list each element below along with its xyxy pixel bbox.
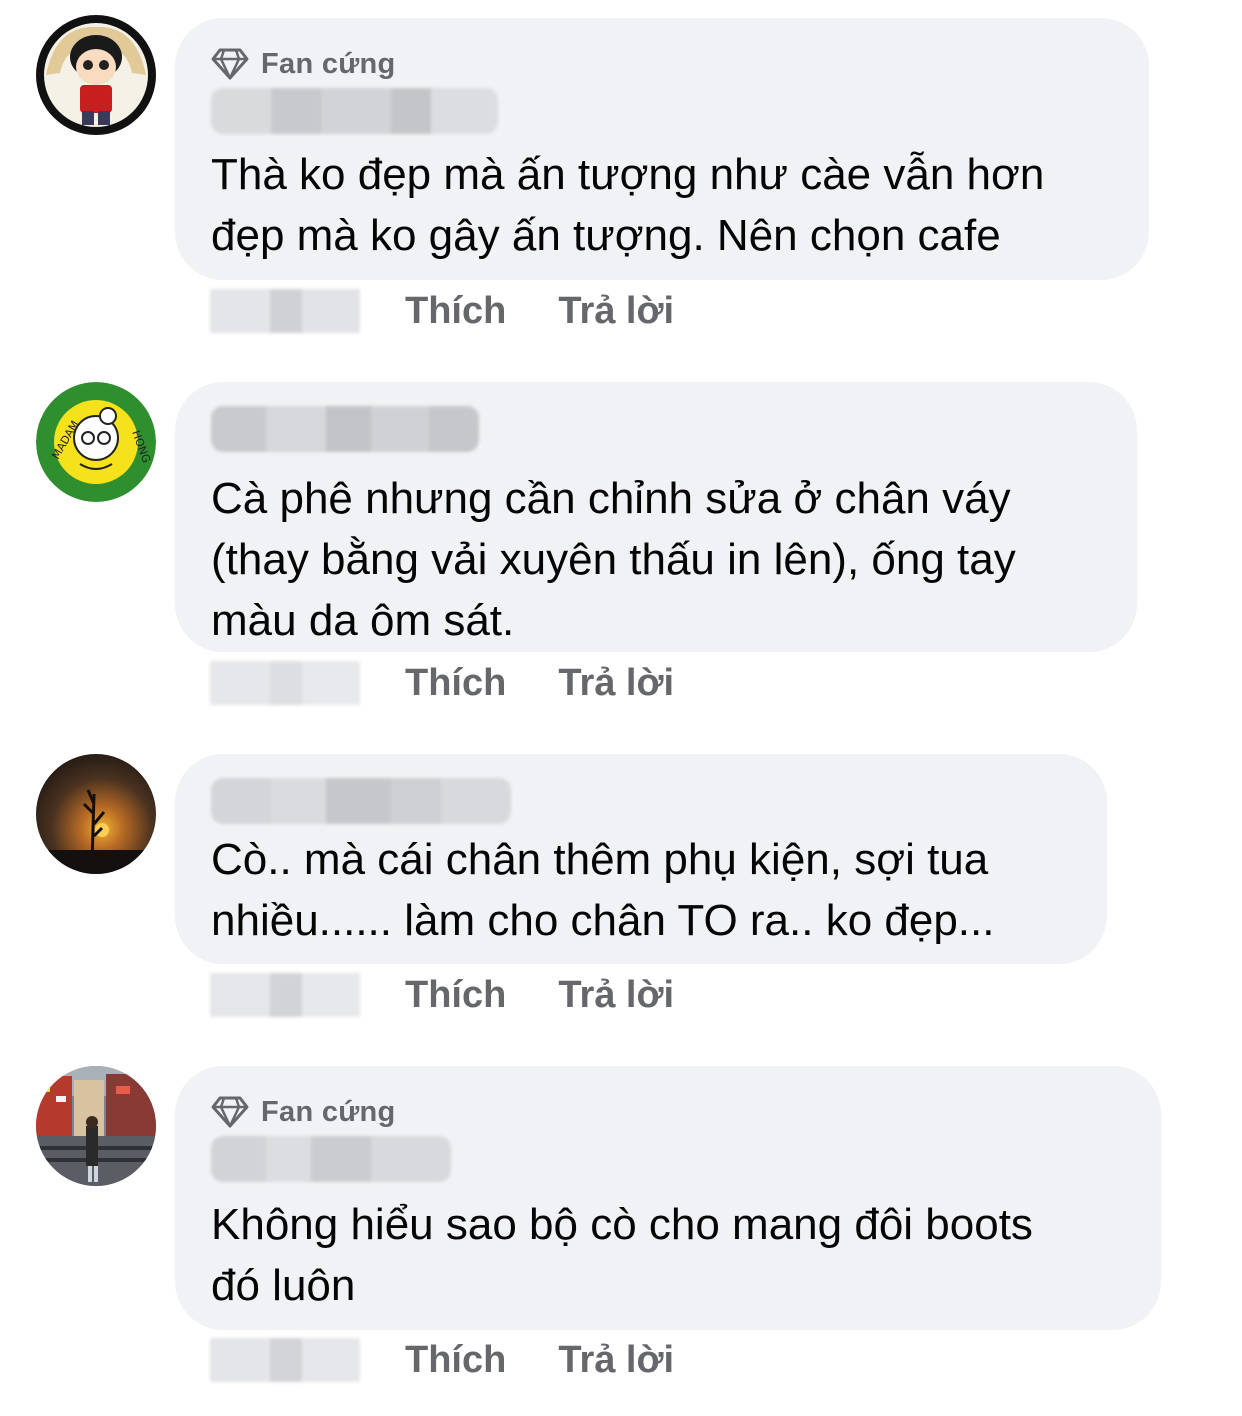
author-name-blurred[interactable] xyxy=(211,406,479,452)
avatar-cartoon-boy xyxy=(36,15,156,135)
avatar[interactable] xyxy=(36,1066,156,1186)
comment-text: Thà ko đẹp mà ấn tượng như càe vẫn hơn đ… xyxy=(211,150,1045,260)
avatar-sunset-photo xyxy=(36,754,156,874)
comment-bubble: Fan cứng Thà ko đẹp mà ấn tượng như càe … xyxy=(175,18,1149,280)
reply-button[interactable]: Trả lời xyxy=(558,974,674,1017)
like-button[interactable]: Thích xyxy=(405,1339,506,1382)
timestamp-blurred xyxy=(210,1338,360,1382)
reply-button[interactable]: Trả lời xyxy=(558,290,674,333)
avatar-madam-hong-logo: MADAM HONG xyxy=(36,382,156,502)
timestamp-blurred xyxy=(210,973,360,1017)
fan-badge: Fan cứng xyxy=(211,1092,396,1132)
comment-item: Fan cứng Không hiểu sao bộ cò cho mang đ… xyxy=(0,1050,1242,1416)
comment-bubble: Cà phê nhưng cần chỉnh sửa ở chân váy (t… xyxy=(175,382,1137,652)
comment-item: Fan cứng Thà ko đẹp mà ấn tượng như càe … xyxy=(0,0,1242,345)
author-name-blurred[interactable] xyxy=(211,88,498,134)
like-button[interactable]: Thích xyxy=(405,974,506,1017)
comment-bubble: Fan cứng Không hiểu sao bộ cò cho mang đ… xyxy=(175,1066,1161,1330)
comment-actions: Thích Trả lời xyxy=(210,970,674,1020)
avatar[interactable] xyxy=(36,754,156,874)
avatar[interactable] xyxy=(36,15,156,135)
comment-bubble: Cò.. mà cái chân thêm phụ kiện, sợi tua … xyxy=(175,754,1107,964)
timestamp-blurred xyxy=(210,661,360,705)
like-button[interactable]: Thích xyxy=(405,662,506,705)
badge-label: Fan cứng xyxy=(261,47,396,80)
comment-actions: Thích Trả lời xyxy=(210,286,674,336)
timestamp-blurred xyxy=(210,289,360,333)
comment-actions: Thích Trả lời xyxy=(210,658,674,708)
comment-item: Cò.. mà cái chân thêm phụ kiện, sợi tua … xyxy=(0,740,1242,1050)
author-name-blurred[interactable] xyxy=(211,1136,451,1182)
comment-item: MADAM HONG Cà phê nhưng cần chỉnh sửa ở … xyxy=(0,370,1242,715)
diamond-icon xyxy=(211,48,249,80)
comment-text: Cà phê nhưng cần chỉnh sửa ở chân váy (t… xyxy=(211,474,1016,645)
comment-text: Cò.. mà cái chân thêm phụ kiện, sợi tua … xyxy=(211,835,995,945)
author-name-blurred[interactable] xyxy=(211,778,511,824)
avatar[interactable]: MADAM HONG xyxy=(36,382,156,502)
fan-badge: Fan cứng xyxy=(211,44,396,84)
avatar-city-street-photo xyxy=(36,1066,156,1186)
comment-actions: Thích Trả lời xyxy=(210,1335,674,1385)
comment-text: Không hiểu sao bộ cò cho mang đôi boots … xyxy=(211,1200,1033,1310)
diamond-icon xyxy=(211,1096,249,1128)
like-button[interactable]: Thích xyxy=(405,290,506,333)
reply-button[interactable]: Trả lời xyxy=(558,1339,674,1382)
reply-button[interactable]: Trả lời xyxy=(558,662,674,705)
badge-label: Fan cứng xyxy=(261,1095,396,1128)
